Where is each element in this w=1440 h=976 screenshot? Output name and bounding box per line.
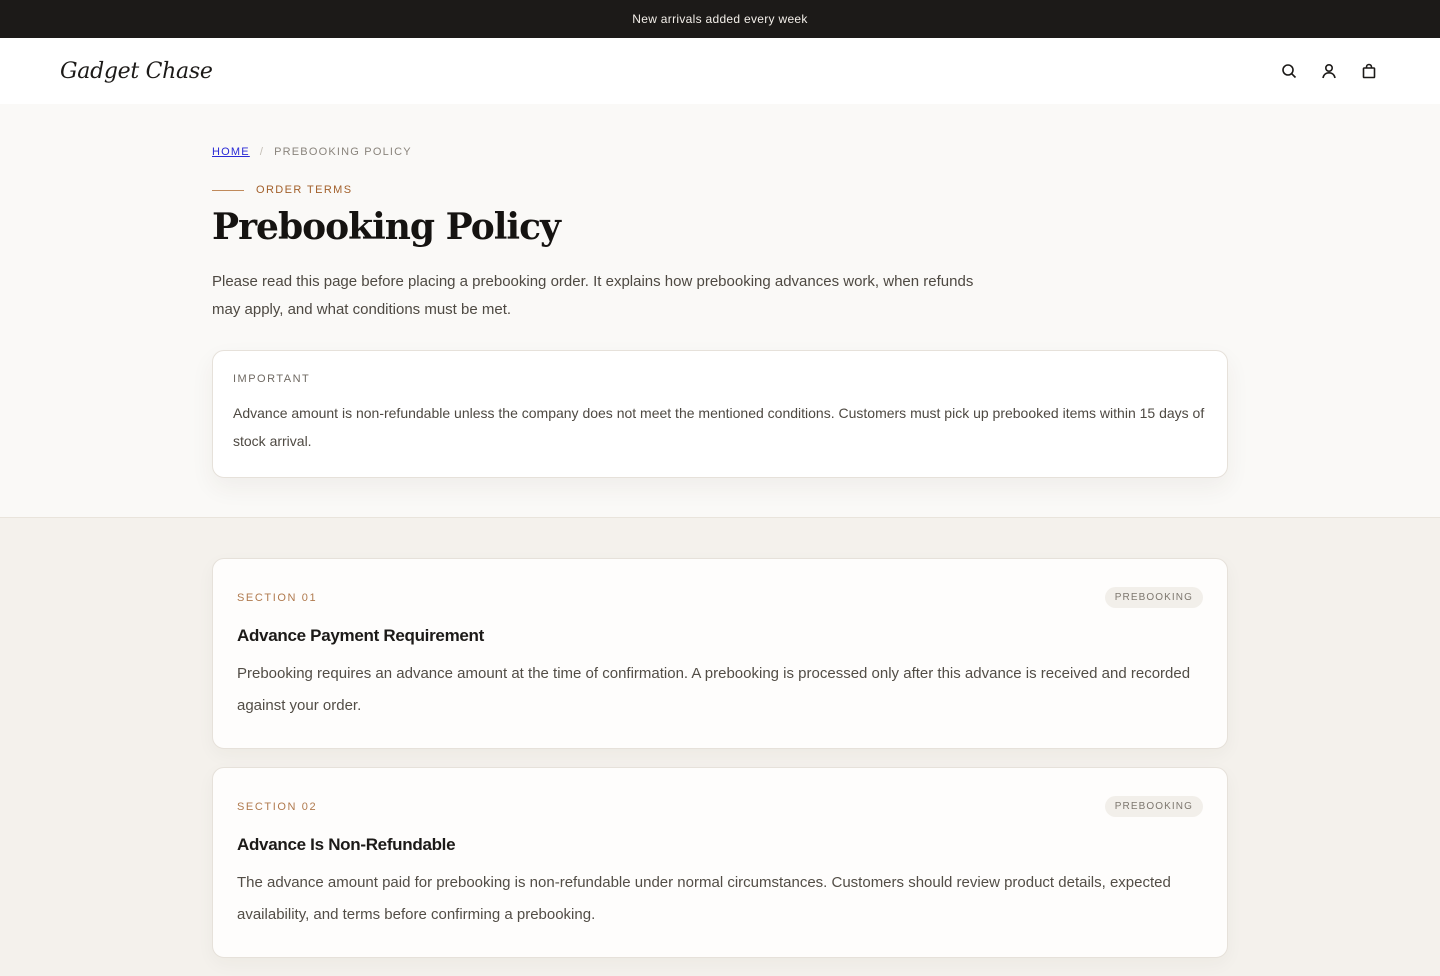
eyebrow-text: ORDER TERMS <box>256 184 353 196</box>
breadcrumb-home-link[interactable]: HOME <box>212 146 250 158</box>
announcement-text: New arrivals added every week <box>632 12 808 26</box>
notice-text: Advance amount is non-refundable unless … <box>233 405 1205 449</box>
notice-label: IMPORTANT <box>233 373 311 385</box>
announcement-bar: New arrivals added every week <box>0 0 1440 38</box>
page-intro: Please read this page before placing a p… <box>212 273 974 318</box>
header-actions <box>1280 62 1378 80</box>
policy-section-card: SECTION 02 PREBOOKING Advance Is Non-Ref… <box>212 767 1228 958</box>
section-badge: PREBOOKING <box>1104 796 1203 817</box>
important-notice: IMPORTANT Advance amount is non-refundab… <box>212 350 1228 478</box>
breadcrumb-current: PREBOOKING POLICY <box>274 146 412 158</box>
search-icon[interactable] <box>1280 62 1298 80</box>
page-title: Prebooking Policy <box>212 206 561 248</box>
section-title: Advance Payment Requirement <box>237 626 484 645</box>
shopping-bag-icon[interactable] <box>1360 62 1378 80</box>
eyebrow: ORDER TERMS <box>212 184 1228 196</box>
eyebrow-line <box>212 189 244 191</box>
section-number: SECTION 02 <box>237 800 318 813</box>
breadcrumb-separator: / <box>259 146 265 158</box>
breadcrumb: HOME / PREBOOKING POLICY <box>212 146 1228 158</box>
user-icon[interactable] <box>1320 62 1338 80</box>
brand-logo[interactable]: Gadget Chase <box>60 59 213 84</box>
section-badge: PREBOOKING <box>1104 587 1203 608</box>
policy-section-card: SECTION 01 PREBOOKING Advance Payment Re… <box>212 558 1228 749</box>
section-title: Advance Is Non-Refundable <box>237 835 456 854</box>
section-text: Prebooking requires an advance amount at… <box>237 665 1191 714</box>
section-number: SECTION 01 <box>237 591 318 604</box>
policy-sections: SECTION 01 PREBOOKING Advance Payment Re… <box>212 558 1228 976</box>
site-header: Gadget Chase <box>0 38 1440 104</box>
hero-section: HOME / PREBOOKING POLICY ORDER TERMS Pre… <box>0 104 1440 518</box>
section-text: The advance amount paid for prebooking i… <box>237 874 1171 923</box>
